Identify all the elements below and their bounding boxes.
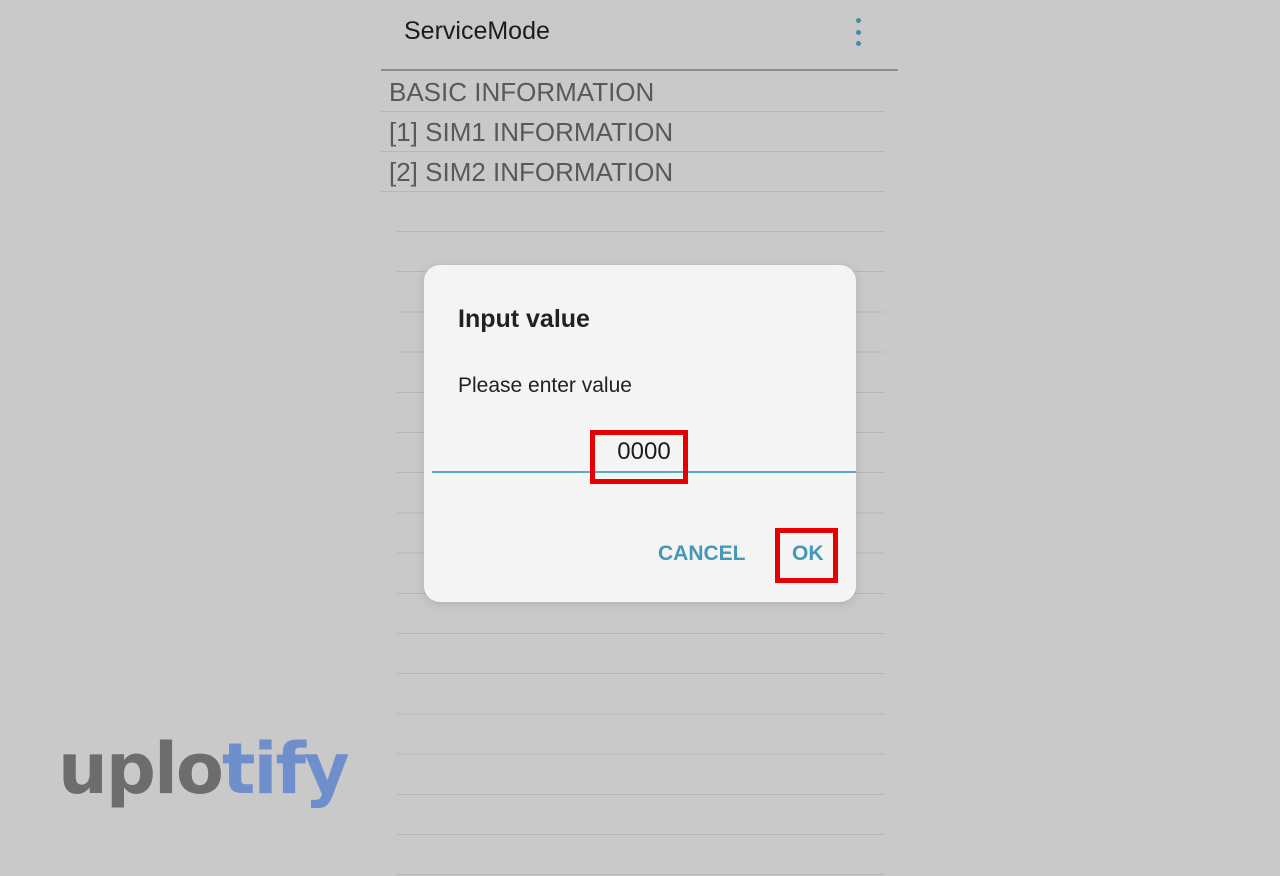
menu-item-sim2-information[interactable]: [2] SIM2 INFORMATION — [381, 152, 884, 192]
watermark-part2: tify — [222, 728, 350, 810]
menu-list: BASIC INFORMATION [1] SIM1 INFORMATION [… — [381, 72, 884, 192]
menu-item-sim1-information[interactable]: [1] SIM1 INFORMATION — [381, 112, 884, 152]
dialog-title: Input value — [458, 305, 590, 333]
ok-button[interactable]: OK — [792, 539, 824, 569]
more-vert-icon[interactable] — [851, 18, 865, 46]
app-bar-divider — [381, 69, 898, 71]
menu-item-basic-information[interactable]: BASIC INFORMATION — [381, 72, 884, 112]
dialog-message: Please enter value — [458, 374, 632, 397]
value-input[interactable] — [432, 433, 856, 473]
dot — [855, 18, 861, 23]
app-title: ServiceMode — [404, 17, 550, 45]
dot — [855, 41, 861, 46]
input-value-dialog: Input value Please enter value CANCEL OK — [424, 265, 856, 602]
cancel-button[interactable]: CANCEL — [658, 539, 746, 569]
dot — [855, 29, 861, 35]
watermark-logo: uplotify — [58, 734, 350, 804]
watermark-part1: uplo — [58, 728, 224, 810]
